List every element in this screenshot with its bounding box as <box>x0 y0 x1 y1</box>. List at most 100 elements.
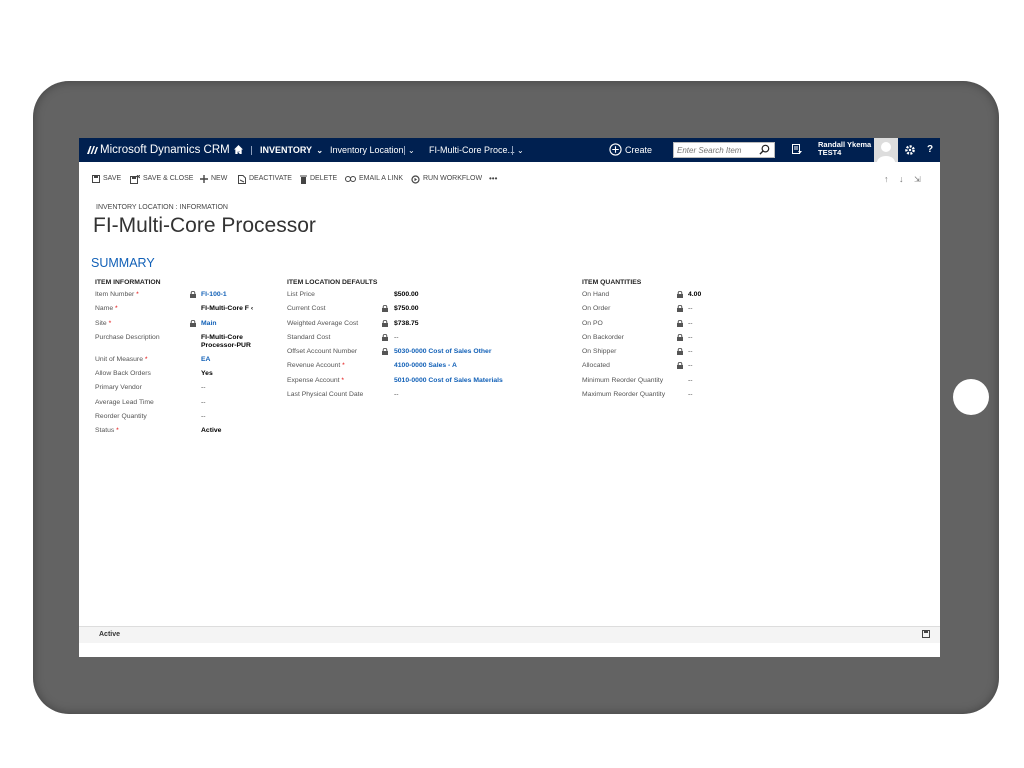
record-navigation: ↑ ↓ ⇲ <box>884 171 921 187</box>
app-brand[interactable]: Microsoft Dynamics CRM ⌄ <box>87 138 243 162</box>
nav-divider <box>251 146 252 155</box>
delete-button[interactable]: DELETE <box>300 171 337 187</box>
field-value[interactable]: 4100-0000 Sales - A <box>394 362 457 369</box>
field-value[interactable]: 5010-0000 Cost of Sales Materials <box>394 377 503 384</box>
save-icon[interactable] <box>922 630 930 638</box>
field-value[interactable]: -- <box>201 413 206 420</box>
create-label: Create <box>625 145 653 155</box>
run-workflow-label: RUN WORKFLOW <box>423 175 483 182</box>
field-value[interactable]: -- <box>394 334 399 341</box>
field-label: Maximum Reorder Quantity <box>582 391 666 399</box>
lock-icon <box>677 319 683 329</box>
field-value[interactable]: -- <box>201 384 206 391</box>
field-value[interactable]: -- <box>688 320 693 327</box>
save-close-button[interactable]: SAVE & CLOSE <box>130 171 193 187</box>
field-value[interactable]: FI-100-1 <box>201 291 227 298</box>
lock-icon <box>382 333 388 343</box>
user-info[interactable]: Randall Ykema TEST4 <box>818 141 871 157</box>
new-button[interactable]: NEW <box>200 171 227 187</box>
field-value[interactable]: 5030-0000 Cost of Sales Other <box>394 348 491 355</box>
field-on-po: On PO -- <box>582 319 782 334</box>
expand-icon[interactable]: ⇲ <box>914 175 921 184</box>
required-marker: * <box>108 319 112 327</box>
tablet-home-button[interactable] <box>953 379 989 415</box>
field-label: Average Lead Time <box>95 398 154 406</box>
settings-button[interactable] <box>901 138 919 162</box>
field-value[interactable]: Active <box>201 427 221 434</box>
field-label: Allocated <box>582 362 610 370</box>
required-marker: * <box>342 362 345 370</box>
field-label: On PO <box>582 319 603 327</box>
field-value[interactable]: 4.00 <box>688 291 701 298</box>
field-value[interactable]: -- <box>688 348 693 355</box>
field-value[interactable]: -- <box>394 391 399 398</box>
field-value[interactable]: -- <box>688 362 693 369</box>
more-commands-button[interactable]: ••• <box>489 171 497 187</box>
deactivate-button[interactable]: DEACTIVATE <box>238 171 292 187</box>
field-unit-of-measure: Unit of Measure * EA <box>95 356 265 370</box>
required-marker: * <box>136 291 139 298</box>
advanced-find-button[interactable] <box>792 138 802 162</box>
home-button[interactable] <box>234 138 243 162</box>
record-dropdown[interactable]: ⌄ <box>517 138 524 162</box>
item-quantities-section: ITEM QUANTITIES On Hand 4.00 On Order --… <box>582 279 782 405</box>
module-label: INVENTORY <box>260 145 312 155</box>
entity-dropdown[interactable]: ⌄ <box>408 138 415 162</box>
field-label: Primary Vendor <box>95 384 142 392</box>
field-value[interactable]: FI-Multi-Core F ‹ <box>201 305 253 312</box>
required-marker: * <box>116 427 119 435</box>
field-value[interactable]: EA <box>201 356 210 363</box>
field-value[interactable]: $500.00 <box>394 291 419 298</box>
chevron-down-icon: ⌄ <box>408 146 415 155</box>
deactivate-icon <box>238 174 246 184</box>
field-allow-back-orders: Allow Back Orders Yes <box>95 370 265 384</box>
lock-icon <box>382 319 388 329</box>
create-button[interactable]: Create <box>609 138 652 162</box>
deactivate-label: DEACTIVATE <box>249 175 292 182</box>
lock-icon <box>382 347 388 357</box>
link-icon <box>345 176 356 182</box>
user-org: TEST4 <box>818 148 842 157</box>
field-value[interactable]: $738.75 <box>394 320 419 327</box>
field-value[interactable]: -- <box>201 399 206 406</box>
field-primary-vendor: Primary Vendor -- <box>95 384 265 398</box>
field-value[interactable]: Yes <box>201 370 213 377</box>
field-value[interactable]: -- <box>688 377 693 384</box>
nav-module-inventory[interactable]: INVENTORY ⌄ <box>260 138 323 162</box>
field-label: Allow Back Orders <box>95 370 151 378</box>
arrow-up-icon[interactable]: ↑ <box>884 174 889 184</box>
top-nav-bar: Microsoft Dynamics CRM ⌄ INVENTORY ⌄ Inv… <box>79 138 940 162</box>
help-button[interactable]: ? <box>923 138 937 162</box>
email-link-button[interactable]: EMAIL A LINK <box>345 171 403 187</box>
nav-entity-inventory-location[interactable]: Inventory Location <box>330 138 404 162</box>
chevron-down-icon: ⌄ <box>316 146 324 155</box>
field-value[interactable]: $750.00 <box>394 305 419 312</box>
search-input[interactable] <box>677 144 757 156</box>
field-label: Current Cost <box>287 305 326 313</box>
summary-tab-heading[interactable]: SUMMARY <box>91 256 155 270</box>
nav-record[interactable]: FI-Multi-Core Proce... <box>429 138 515 162</box>
save-button[interactable]: SAVE <box>92 171 121 187</box>
advanced-find-icon <box>792 144 802 154</box>
status-bar: Active <box>79 626 940 643</box>
field-value[interactable]: -- <box>688 305 693 312</box>
field-value[interactable]: Main <box>201 320 216 327</box>
search-icon[interactable] <box>759 144 770 155</box>
field-value[interactable]: FI-Multi-Core Processor-PUR <box>201 334 253 350</box>
field-value[interactable]: -- <box>688 334 693 341</box>
save-label: SAVE <box>103 175 122 182</box>
brand-label: Microsoft Dynamics CRM <box>100 144 230 156</box>
field-value[interactable]: -- <box>688 391 693 398</box>
item-location-defaults-section: ITEM LOCATION DEFAULTS List Price $500.0… <box>287 279 557 405</box>
breadcrumb: INVENTORY LOCATION : INFORMATION <box>96 204 228 211</box>
nav-divider <box>404 146 405 155</box>
arrow-down-icon[interactable]: ↓ <box>899 174 904 184</box>
field-label: On Shipper <box>582 348 617 356</box>
lock-icon <box>677 333 683 343</box>
field-label: List Price <box>287 291 315 298</box>
field-label: Reorder Quantity <box>95 413 147 421</box>
field-label: On Order <box>582 305 611 313</box>
run-workflow-button[interactable]: RUN WORKFLOW <box>411 171 482 187</box>
new-label: NEW <box>211 175 228 182</box>
avatar[interactable] <box>874 138 898 162</box>
